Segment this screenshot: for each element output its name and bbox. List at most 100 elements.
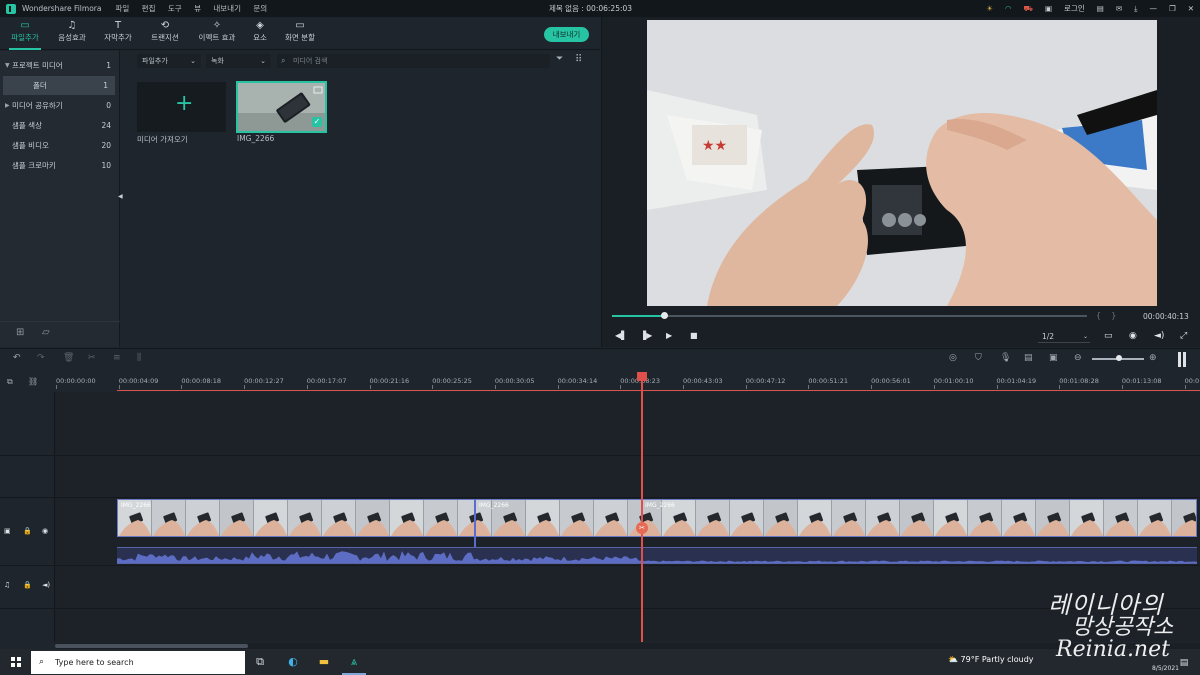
- lock-icon[interactable]: 🔒: [23, 527, 32, 535]
- split-marker-icon[interactable]: ✂: [636, 522, 648, 534]
- stop-icon[interactable]: ■: [690, 331, 698, 340]
- add-track-icon[interactable]: ⧉: [7, 377, 13, 387]
- eye-icon[interactable]: ◉: [42, 527, 48, 535]
- tree-item-project-media[interactable]: ▼ 프로젝트 미디어 1: [0, 56, 118, 75]
- timeline-scrollbar-thumb[interactable]: [55, 644, 248, 648]
- support-icon[interactable]: ◠: [1005, 4, 1012, 13]
- menu-tools[interactable]: 도구: [168, 4, 182, 13]
- ruler-tick-mark: [369, 385, 371, 389]
- audio-waveform-track[interactable]: [117, 547, 1197, 564]
- playhead[interactable]: [641, 372, 643, 642]
- speaker-icon[interactable]: ◄): [42, 581, 50, 589]
- link-icon[interactable]: ⛓: [28, 377, 38, 386]
- snapshot-icon[interactable]: ◉: [1129, 331, 1137, 341]
- menu-help[interactable]: 문의: [253, 4, 267, 13]
- export-button[interactable]: 내보내기: [544, 27, 589, 42]
- zoom-out-icon[interactable]: ⊖: [1074, 353, 1082, 363]
- folder-icon[interactable]: ▱: [42, 327, 50, 338]
- tree-item-folder[interactable]: 폴더 1: [3, 76, 115, 95]
- clip-frame: [254, 500, 288, 536]
- task-view-icon[interactable]: ⧉: [252, 654, 268, 670]
- minimize-icon[interactable]: —: [1149, 4, 1157, 13]
- fullscreen-icon[interactable]: ⤢: [1180, 331, 1187, 341]
- marker-icon[interactable]: ⛉: [975, 353, 982, 363]
- render-preview-icon[interactable]: ◎: [949, 353, 957, 363]
- menu-edit[interactable]: 편집: [142, 4, 156, 13]
- redo-icon[interactable]: ↷: [37, 353, 45, 363]
- library-tree: ▼ 프로젝트 미디어 1 폴더 1 ▶ 미디어 공유하기 0 샘플 색상 24 …: [0, 51, 120, 347]
- filmora-taskbar-icon[interactable]: ⩓: [346, 654, 362, 670]
- gift-icon[interactable]: ▣: [1045, 4, 1052, 13]
- cart-icon[interactable]: ⛟: [1024, 4, 1033, 14]
- mark-in-out-icon[interactable]: { }: [1096, 311, 1116, 320]
- clip-frame: [1138, 500, 1172, 536]
- ruler-tick-mark: [1184, 385, 1186, 389]
- adjust-icon[interactable]: ≡: [113, 353, 121, 363]
- play-icon[interactable]: ▶: [666, 331, 672, 340]
- tree-item-sample-colors[interactable]: 샘플 색상 24: [0, 116, 118, 135]
- login-button[interactable]: 로그인: [1064, 3, 1085, 14]
- step-forward-icon[interactable]: ▐▶: [640, 331, 652, 340]
- tab-effects[interactable]: ✧ 이펙트 효과: [195, 20, 239, 43]
- save-icon[interactable]: ▤: [1097, 4, 1104, 13]
- microphone-icon[interactable]: 🎙: [1000, 353, 1011, 363]
- file-explorer-icon[interactable]: ▬: [316, 654, 332, 670]
- grid-view-icon[interactable]: ⠿: [575, 54, 582, 65]
- clip-label: IMG_2266: [479, 502, 509, 509]
- ruler-tick-label: 00:00:00:00: [56, 377, 96, 385]
- voiceover-icon[interactable]: ▤: [1024, 353, 1033, 363]
- preview-quality-select[interactable]: 1/2 ⌄: [1038, 331, 1090, 343]
- preview-progress-track[interactable]: [612, 315, 1087, 317]
- volume-icon[interactable]: ◄): [1154, 331, 1164, 341]
- mail-icon[interactable]: ✉: [1116, 4, 1122, 13]
- download-icon[interactable]: ⤓: [1134, 4, 1137, 14]
- media-search-input[interactable]: ⌕ 미디어 검색: [277, 54, 550, 68]
- tab-elements[interactable]: ◈ 요소: [250, 20, 270, 43]
- svg-text:★★: ★★: [702, 138, 727, 154]
- zoom-in-icon[interactable]: ⊕: [1149, 353, 1157, 363]
- ruler-tick-mark: [118, 385, 120, 389]
- caret-right-icon: ▶: [5, 102, 10, 109]
- media-source-dropdown[interactable]: 파일추가 ⌄: [137, 54, 201, 68]
- menu-view[interactable]: 뷰: [194, 4, 201, 13]
- menu-bar: 파일 편집 도구 뷰 내보내기 문의: [115, 3, 277, 14]
- restore-icon[interactable]: ❐: [1169, 4, 1176, 13]
- tree-item-sample-videos[interactable]: 샘플 비디오 20: [0, 136, 118, 155]
- preview-timecode: 00:00:40:13: [1143, 312, 1189, 321]
- import-media-tile[interactable]: +: [137, 82, 226, 132]
- collapse-panel-icon[interactable]: ◀: [118, 193, 123, 200]
- filter-icon[interactable]: ⏷: [556, 54, 563, 64]
- ruler-tick-mark: [745, 385, 747, 389]
- ruler-tick-label: 00:00:04:09: [118, 377, 159, 385]
- playhead-handle[interactable]: [637, 372, 647, 381]
- tab-transitions[interactable]: ⟲ 트랜지션: [148, 20, 182, 43]
- ruler-tick-label: 00:00:43:03: [683, 377, 723, 385]
- pause-icon[interactable]: [1178, 352, 1186, 367]
- tree-item-sample-chroma[interactable]: 샘플 크로마키 10: [0, 156, 118, 175]
- start-button[interactable]: [0, 649, 31, 675]
- cut-icon[interactable]: ✂: [88, 353, 96, 363]
- record-dropdown[interactable]: 녹화 ⌄: [206, 54, 271, 68]
- tab-split-screen[interactable]: ▭ 화면 분할: [282, 20, 318, 43]
- tab-titles[interactable]: T 자막추가: [102, 20, 134, 43]
- audio-waveform-icon[interactable]: ⫼: [137, 353, 141, 363]
- lock-icon[interactable]: 🔒: [23, 581, 32, 589]
- zoom-slider-handle[interactable]: [1116, 355, 1123, 361]
- edge-icon[interactable]: ◐: [285, 654, 301, 670]
- lightbulb-icon[interactable]: ☀: [986, 4, 993, 13]
- tab-audio[interactable]: ♫ 음성효과: [56, 20, 88, 43]
- tree-item-shared-media[interactable]: ▶ 미디어 공유하기 0: [0, 96, 118, 115]
- ruler-tick-mark: [557, 385, 559, 389]
- monitor-icon[interactable]: ▭: [1104, 331, 1113, 341]
- menu-export[interactable]: 내보내기: [213, 4, 241, 13]
- new-folder-icon[interactable]: ⊞: [16, 327, 24, 338]
- tab-import-media[interactable]: ▭ 파일추가: [9, 20, 41, 50]
- undo-icon[interactable]: ↶: [13, 353, 21, 363]
- taskbar-search-input[interactable]: ⌕ Type here to search: [31, 651, 245, 674]
- delete-icon[interactable]: 🗑: [63, 353, 74, 363]
- close-icon[interactable]: ✕: [1188, 4, 1194, 13]
- weather-widget[interactable]: ⛅ 79°F Partly cloudy: [948, 655, 1034, 664]
- subtitle-icon[interactable]: ▣: [1049, 353, 1058, 363]
- menu-file[interactable]: 파일: [115, 4, 129, 13]
- step-back-icon[interactable]: ◀▌: [615, 331, 627, 340]
